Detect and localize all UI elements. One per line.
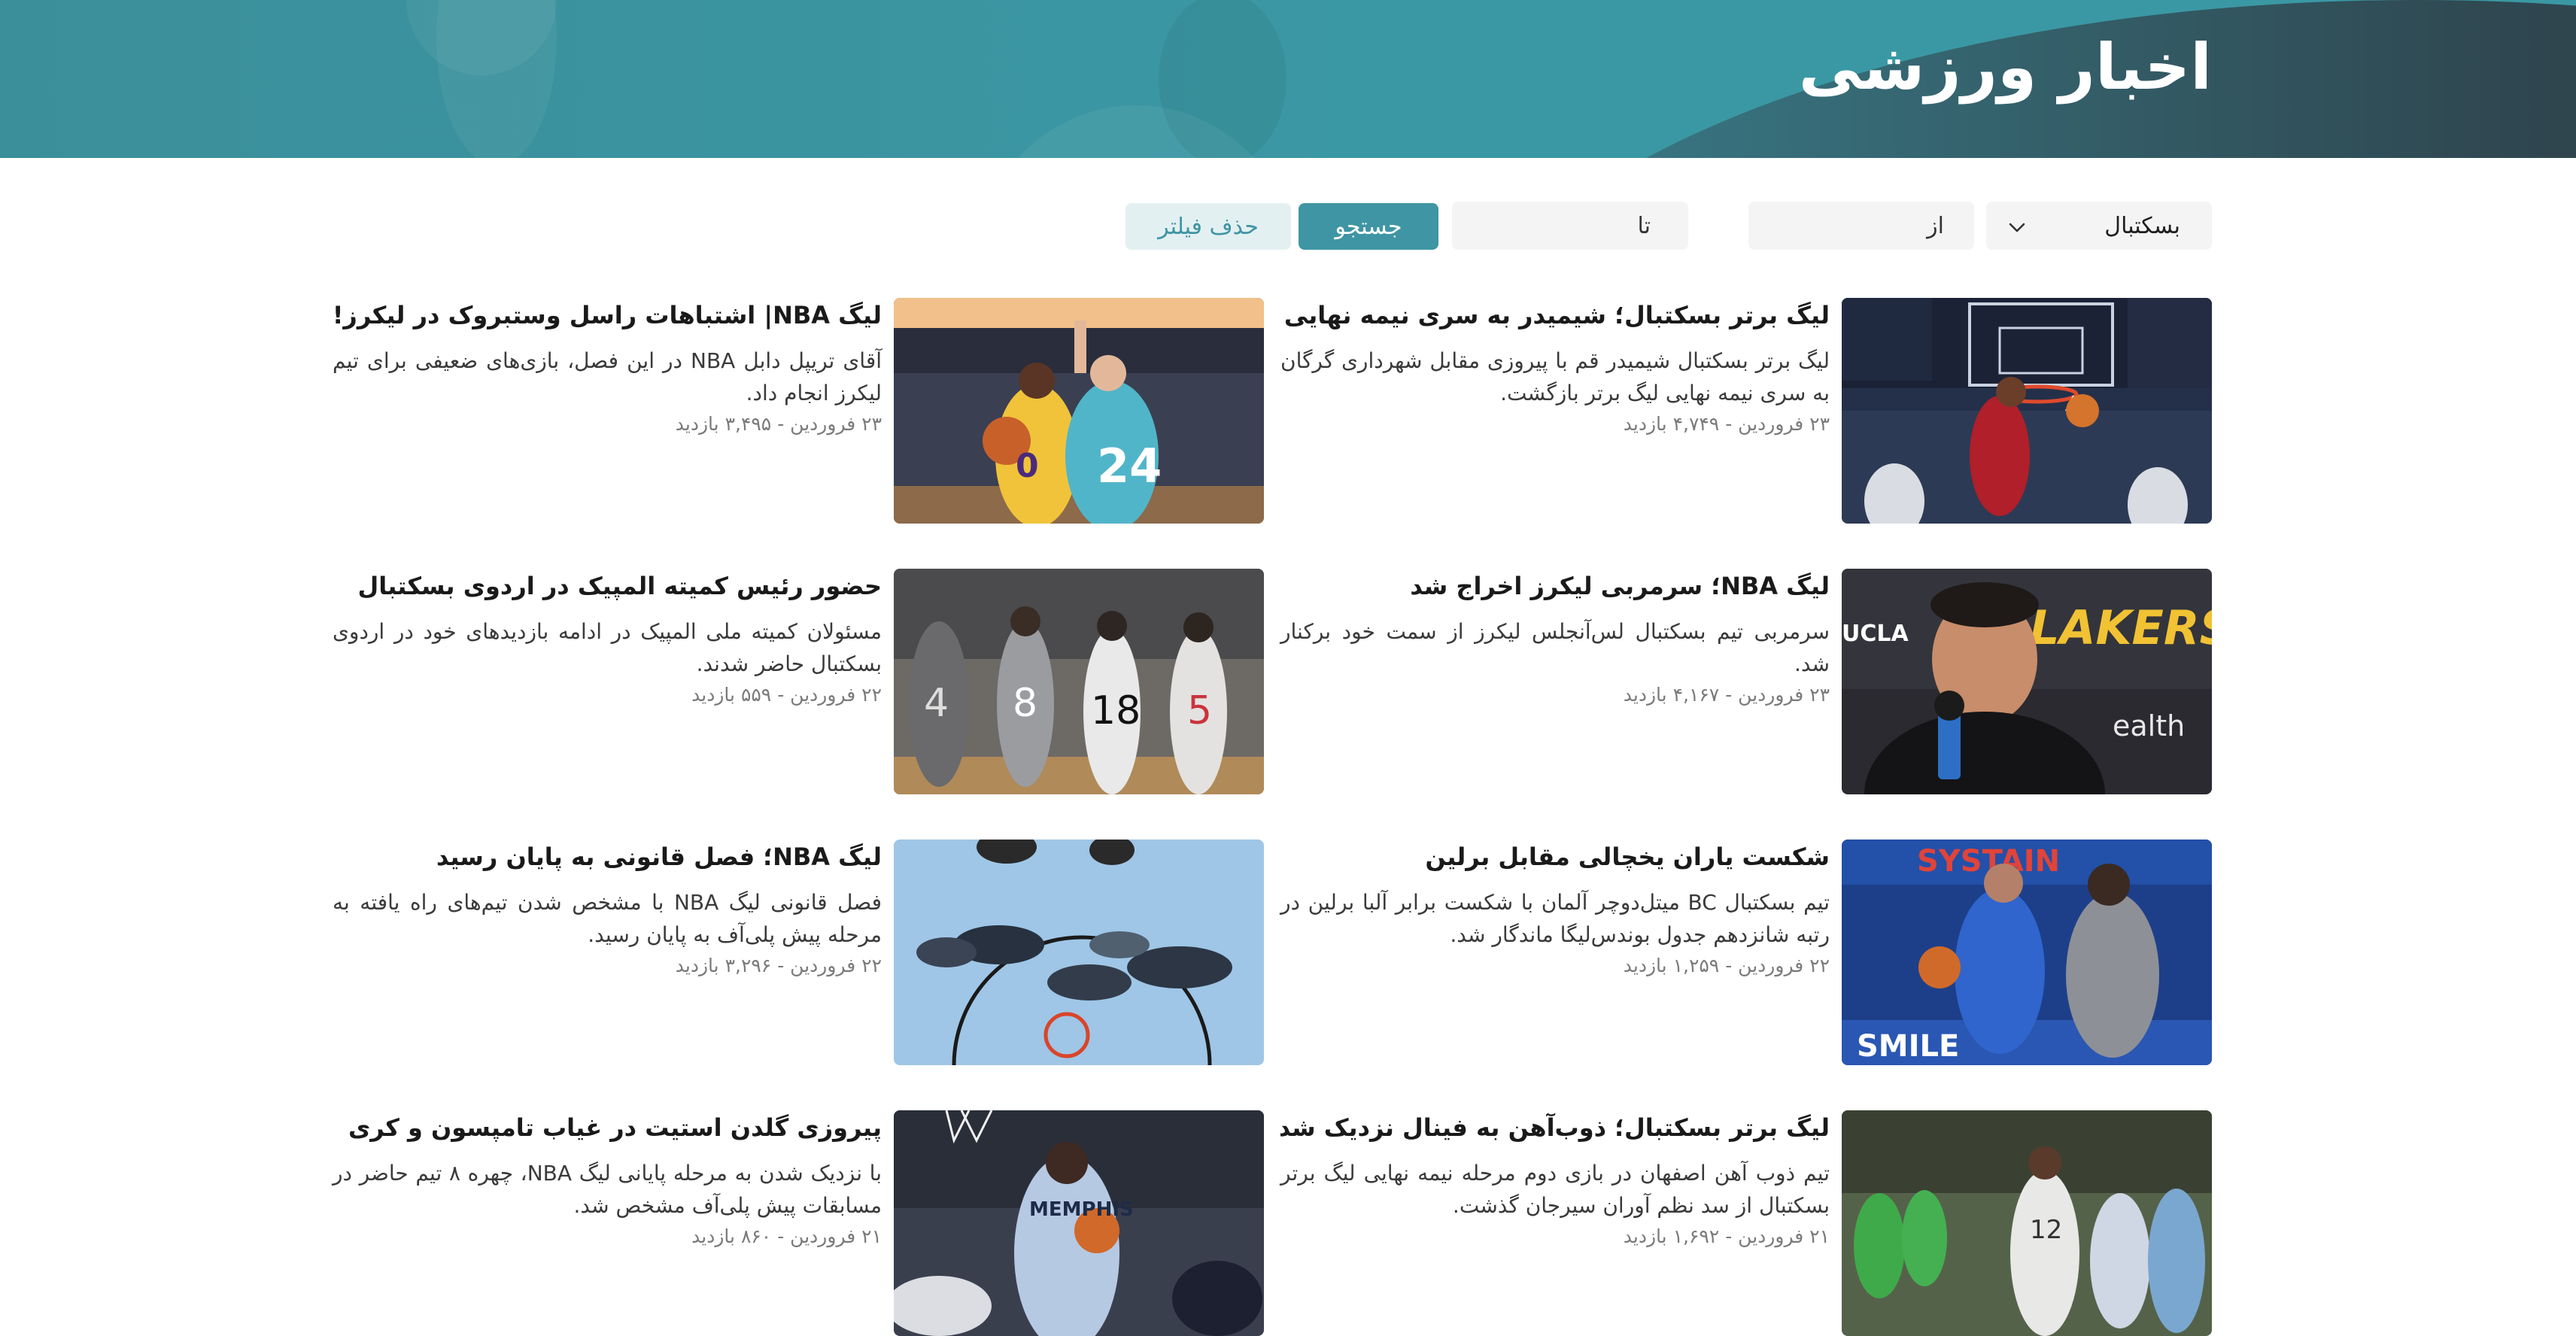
news-card[interactable]: 12 لیگ برتر بسکتبال؛ ذوب‌آهن به فینال نز…	[1280, 1110, 2212, 1336]
news-date: ۲۳ فروردین	[1738, 413, 1830, 435]
news-date: ۲۱ فروردین	[790, 1225, 882, 1247]
news-views: ۳,۴۹۵ بازدید	[675, 413, 772, 435]
news-summary: لیگ برتر بسکتبال شیمیدر قم با پیروزی مقا…	[1280, 348, 1830, 405]
news-views: ۴,۷۴۹ بازدید	[1623, 413, 1720, 435]
news-views: ۴,۱۶۷ بازدید	[1623, 684, 1720, 706]
news-date: ۲۲ فروردین	[790, 955, 882, 976]
news-views: ۳,۲۹۶ بازدید	[675, 955, 772, 976]
news-meta: ۲۳ فروردین - ۴,۷۴۹ بازدید	[1280, 411, 1830, 438]
news-card-body: حضور رئیس کمیته المپیک در اردوی بسکتبال …	[333, 569, 882, 709]
news-card-body: پیروزی گلدن استیت در غیاب تامپسون و کری …	[333, 1110, 882, 1250]
header-banner: اخبار ورزشی	[0, 0, 2576, 158]
svg-text:MEMPHIS: MEMPHIS	[1029, 1198, 1134, 1221]
team-camp-icon[interactable]: 4 8 18 5	[894, 569, 1264, 794]
coach-press-icon[interactable]: LAKERS UCLA ealth	[1842, 569, 2212, 794]
svg-text:5: 5	[1187, 688, 1212, 733]
chevron-down-icon	[2009, 214, 2025, 238]
svg-text:ealth: ealth	[2113, 709, 2185, 742]
news-card[interactable]: 24 0 لیگ NBA| اشتباهات راسل وستبروک در ل…	[333, 298, 1264, 524]
news-card-body: لیگ NBA؛ سرمربی لیکرز اخراج شد سرمربی تی…	[1280, 569, 1830, 709]
clear-filter-button[interactable]: حذف فیلتر	[1125, 203, 1291, 250]
news-summary: سرمربی تیم بسکتبال لس‌آنجلس لیکرز از سمت…	[1280, 619, 1830, 676]
news-date: ۲۳ فروردین	[1738, 684, 1830, 706]
news-views: ۸۶۰ بازدید	[691, 1225, 772, 1247]
news-date: ۲۳ فروردین	[790, 413, 882, 435]
date-from-label: از	[1927, 212, 1944, 239]
meta-separator: -	[771, 413, 791, 435]
news-card[interactable]: لیگ NBA؛ فصل قانونی به پایان رسید فصل قا…	[333, 840, 1264, 1065]
meta-separator: -	[1719, 955, 1739, 976]
news-date: ۲۱ فروردین	[1738, 1225, 1830, 1247]
svg-text:SMILE: SMILE	[1857, 1029, 1959, 1064]
grizzlies-icon[interactable]: MEMPHIS	[894, 1110, 1264, 1336]
news-card-body: لیگ NBA| اشتباهات راسل وستبروک در لیکرز!…	[333, 298, 882, 438]
news-summary: آقای تریپل دابل NBA در این فصل، بازی‌های…	[333, 348, 882, 405]
svg-text:0: 0	[1016, 447, 1039, 485]
meta-separator: -	[1719, 684, 1739, 706]
news-card[interactable]: LAKERS UCLA ealth لیگ NBA؛ سرمربی لیکرز …	[1280, 569, 2212, 794]
news-summary: فصل قانونی لیگ NBA با مشخص شدن تیم‌های ر…	[333, 890, 882, 947]
sport-select-value: بسکتبال	[2104, 212, 2180, 239]
news-summary: تیم بسکتبال BC میتل‌دوچر آلمان با شکست ب…	[1280, 890, 1830, 947]
news-meta: ۲۲ فروردین - ۵۵۹ بازدید	[333, 682, 882, 709]
page-title: اخبار ورزشی	[1798, 30, 2212, 104]
news-title[interactable]: لیگ NBA| اشتباهات راسل وستبروک در لیکرز!	[333, 298, 882, 332]
news-summary: با نزدیک شدن به مرحله پایانی لیگ NBA، چه…	[333, 1161, 882, 1218]
banner-decoration	[1159, 0, 1286, 158]
banner-decoration	[436, 0, 557, 158]
news-title[interactable]: لیگ NBA؛ فصل قانونی به پایان رسید	[333, 840, 882, 874]
news-title[interactable]: لیگ برتر بسکتبال؛ ذوب‌آهن به فینال نزدیک…	[1280, 1110, 1830, 1145]
news-views: ۱,۶۹۲ بازدید	[1623, 1225, 1720, 1247]
news-views: ۱,۲۵۹ بازدید	[1623, 955, 1720, 976]
svg-text:12: 12	[2030, 1215, 2062, 1245]
date-from-field[interactable]: از	[1748, 202, 1974, 250]
news-title[interactable]: حضور رئیس کمیته المپیک در اردوی بسکتبال	[333, 569, 882, 603]
news-card-body: لیگ NBA؛ فصل قانونی به پایان رسید فصل قا…	[333, 840, 882, 979]
svg-text:4: 4	[924, 681, 949, 726]
svg-text:UCLA: UCLA	[1842, 621, 1909, 647]
svg-text:18: 18	[1091, 688, 1141, 733]
meta-separator: -	[771, 1225, 791, 1247]
lakers-vs-hornets-icon[interactable]: 24 0	[894, 298, 1264, 524]
overhead-court-icon[interactable]	[894, 840, 1264, 1065]
news-views: ۵۵۹ بازدید	[691, 684, 772, 706]
news-card-body: لیگ برتر بسکتبال؛ شیمیدر به سری نیمه نها…	[1280, 298, 1830, 438]
svg-text:24: 24	[1097, 439, 1162, 493]
news-meta: ۲۱ فروردین - ۱,۶۹۲ بازدید	[1280, 1223, 1830, 1250]
news-title[interactable]: لیگ برتر بسکتبال؛ شیمیدر به سری نیمه نها…	[1280, 298, 1830, 332]
news-card[interactable]: لیگ برتر بسکتبال؛ شیمیدر به سری نیمه نها…	[1280, 298, 2212, 524]
news-summary: تیم ذوب آهن اصفهان در بازی دوم مرحله نیم…	[1280, 1161, 1830, 1218]
meta-separator: -	[1719, 413, 1739, 435]
news-meta: ۲۲ فروردین - ۱,۲۵۹ بازدید	[1280, 952, 1830, 979]
news-title[interactable]: لیگ NBA؛ سرمربی لیکرز اخراج شد	[1280, 569, 1830, 603]
news-card[interactable]: 4 8 18 5 حضور رئیس کمیته المپیک در اردوی…	[333, 569, 1264, 794]
meta-separator: -	[771, 684, 791, 706]
svg-text:8: 8	[1013, 681, 1037, 726]
meta-separator: -	[1719, 1225, 1739, 1247]
dunk-icon[interactable]	[1842, 298, 2212, 524]
meta-separator: -	[771, 955, 791, 976]
news-meta: ۲۳ فروردین - ۴,۱۶۷ بازدید	[1280, 682, 1830, 709]
news-meta: ۲۲ فروردین - ۳,۲۹۶ بازدید	[333, 952, 882, 979]
zob-ahan-icon[interactable]: 12	[1842, 1110, 2212, 1336]
news-card[interactable]: SYSTAIN SMILE شکست یاران یخچالی مقابل بر…	[1280, 840, 2212, 1065]
news-date: ۲۲ فروردین	[790, 684, 882, 706]
news-title[interactable]: شکست یاران یخچالی مقابل برلین	[1280, 840, 1830, 874]
search-button[interactable]: جستجو	[1299, 203, 1438, 250]
dribble-icon[interactable]: SYSTAIN SMILE	[1842, 840, 2212, 1065]
news-meta: ۲۳ فروردین - ۳,۴۹۵ بازدید	[333, 411, 882, 438]
news-card[interactable]: MEMPHIS پیروزی گلدن استیت در غیاب تامپسو…	[333, 1110, 1264, 1336]
news-meta: ۲۱ فروردین - ۸۶۰ بازدید	[333, 1223, 882, 1250]
news-summary: مسئولان کمیته ملی المپیک در ادامه بازدید…	[333, 619, 882, 676]
date-to-label: تا	[1637, 212, 1651, 239]
news-title[interactable]: پیروزی گلدن استیت در غیاب تامپسون و کری	[333, 1110, 882, 1145]
date-to-field[interactable]: تا	[1452, 202, 1688, 250]
news-date: ۲۲ فروردین	[1738, 955, 1830, 976]
sport-select[interactable]: بسکتبال	[1986, 202, 2212, 250]
svg-text:LAKERS: LAKERS	[2030, 600, 2212, 655]
news-card-body: لیگ برتر بسکتبال؛ ذوب‌آهن به فینال نزدیک…	[1280, 1110, 1830, 1250]
news-card-body: شکست یاران یخچالی مقابل برلین تیم بسکتبا…	[1280, 840, 1830, 979]
